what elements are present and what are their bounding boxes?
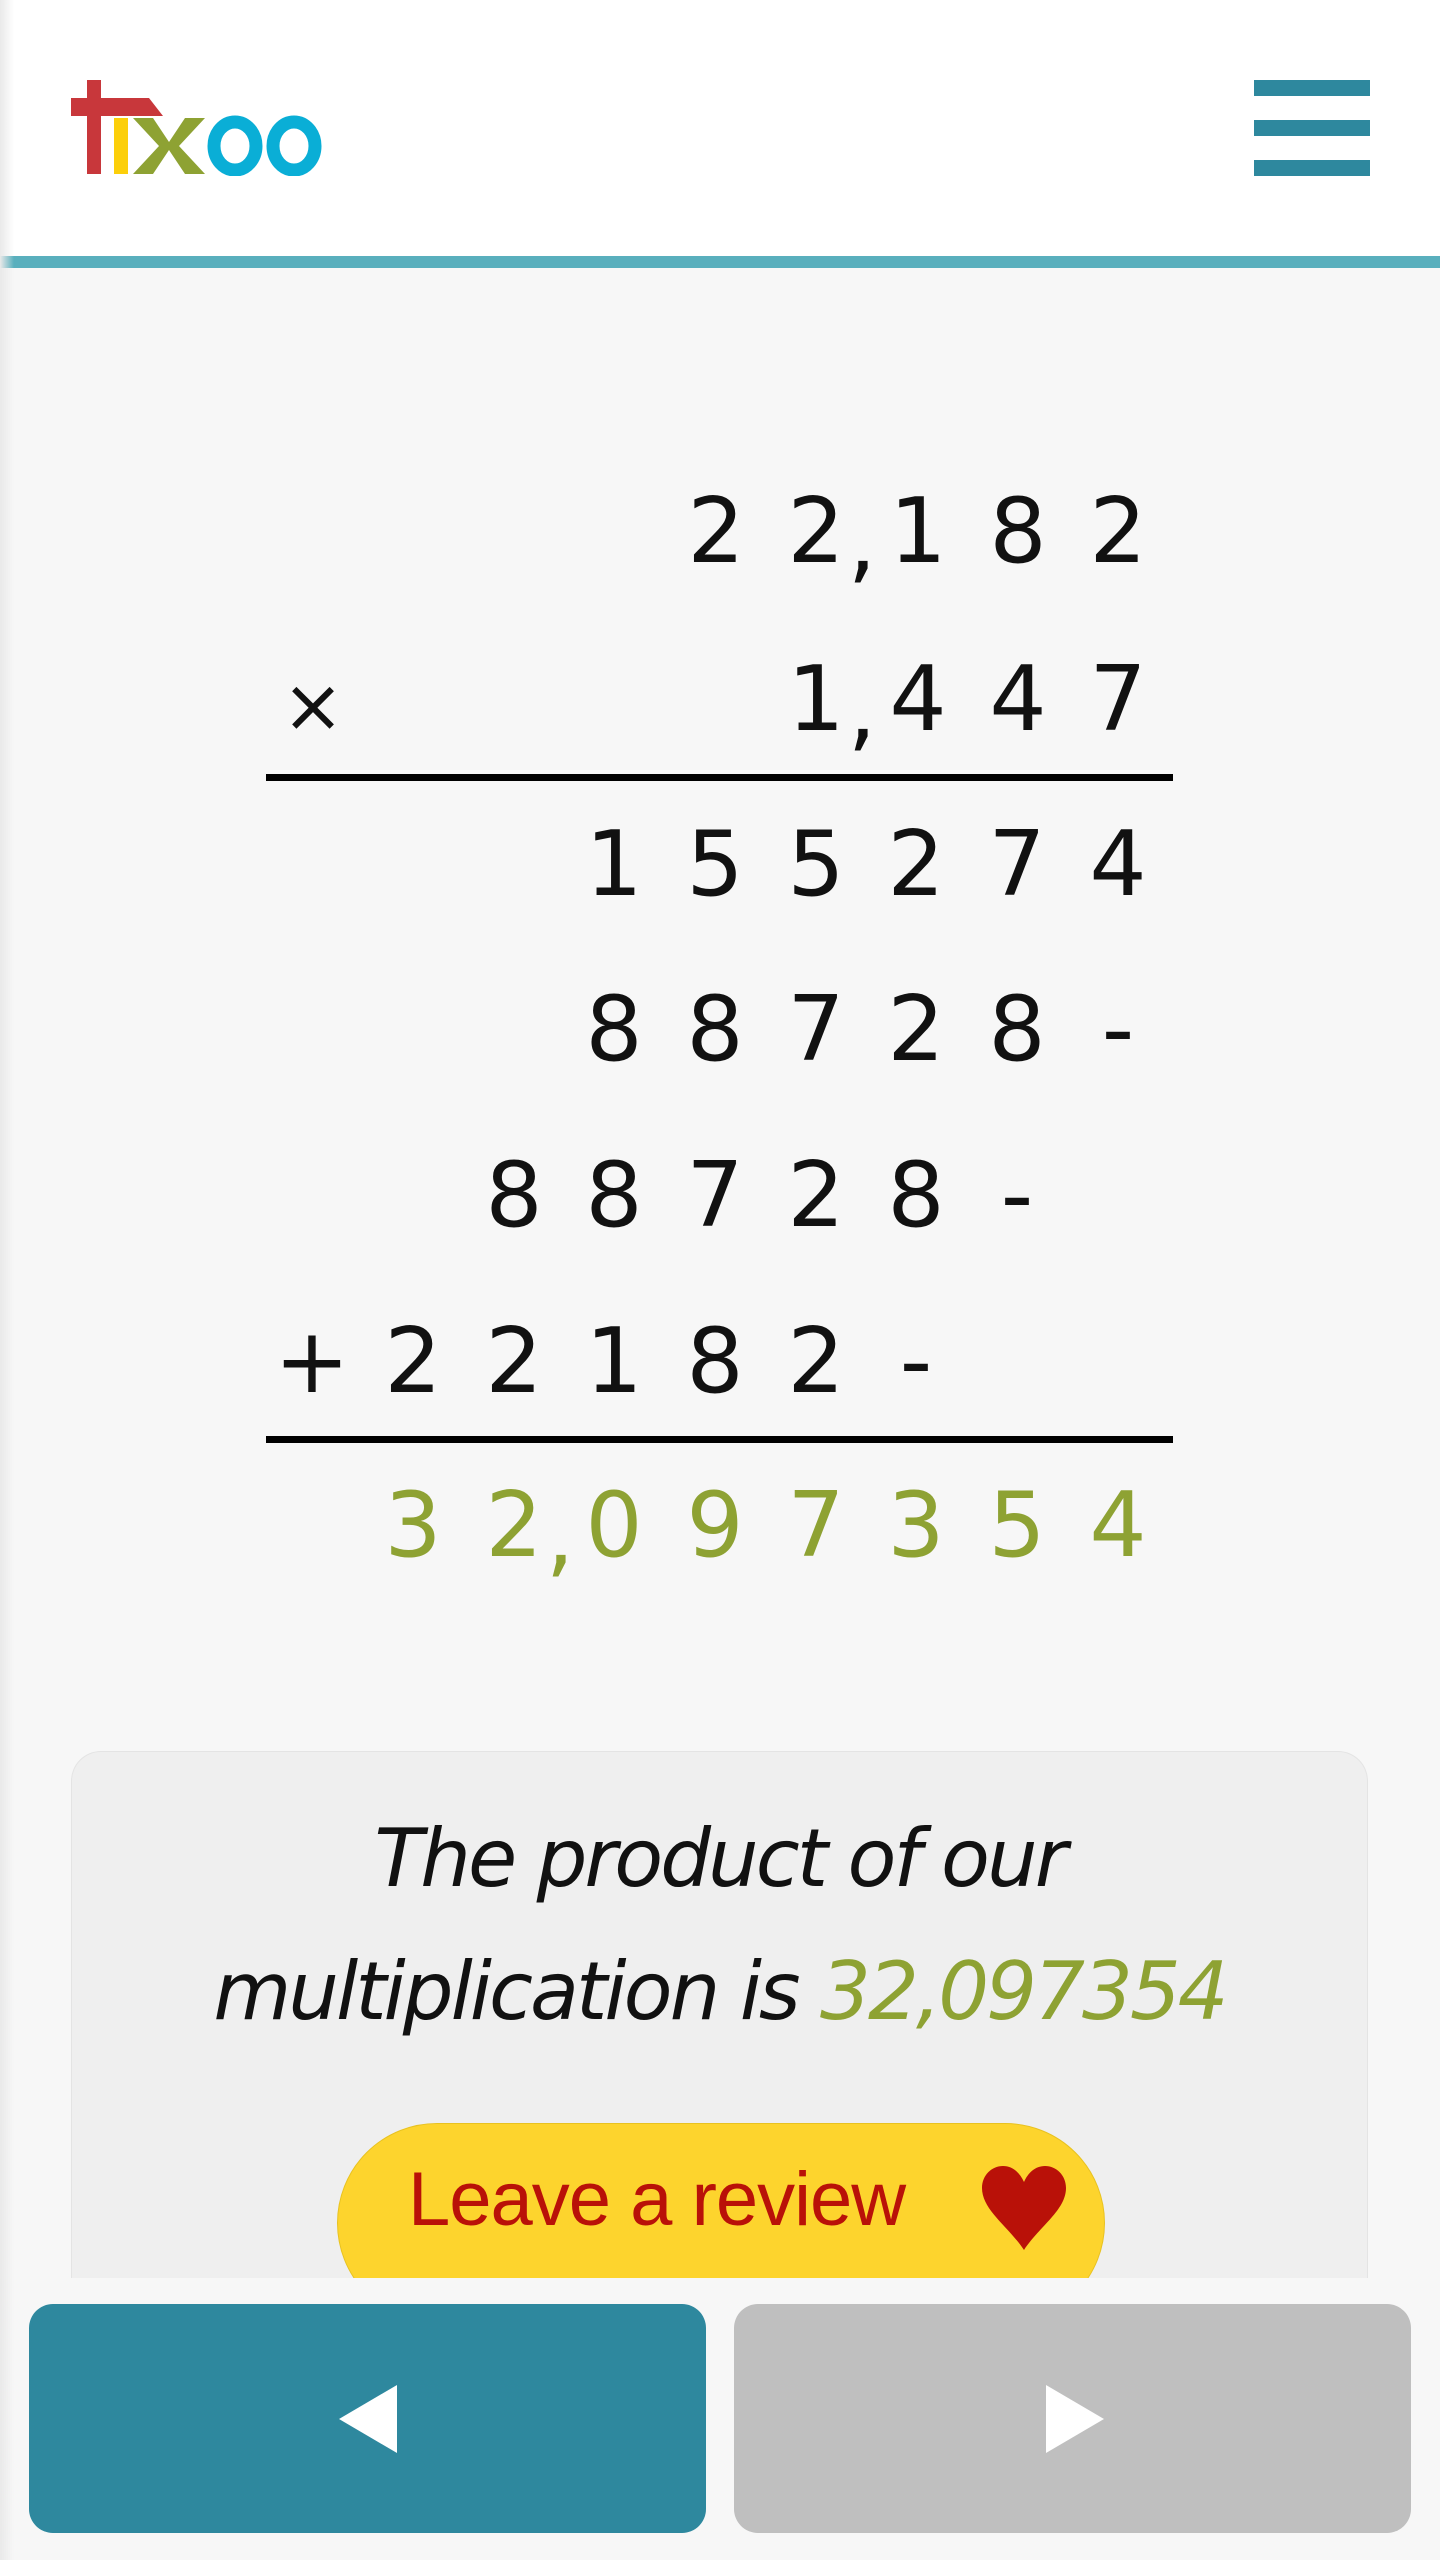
digit: 4 [989, 647, 1047, 752]
digit: 8 [686, 1309, 744, 1414]
result-digit: 5 [988, 1473, 1046, 1578]
digit: 1 [585, 1309, 643, 1414]
result-summary-line1: The product of our [374, 1812, 1067, 1905]
digit: 7 [988, 812, 1046, 917]
digit: 2 [485, 1309, 543, 1414]
digit: 8 [887, 1143, 945, 1248]
triangle-left-icon [339, 2385, 397, 2453]
sum-rule [266, 1436, 1173, 1443]
placeholder-dash: - [1000, 1143, 1034, 1248]
digit: 8 [686, 977, 744, 1082]
result-summary-box: The product of our multiplication is 32,… [71, 1751, 1368, 2278]
previous-step-button[interactable] [29, 2304, 706, 2533]
placeholder-dash: - [899, 1309, 933, 1414]
multiplication-rule [266, 774, 1173, 781]
digit: 5 [686, 812, 744, 917]
digit: 8 [485, 1143, 543, 1248]
result-digit: 3 [887, 1473, 945, 1578]
long-multiplication: 2 2 , 1 8 2 × 1 , 4 4 7 1 5 5 2 7 4 8 8 … [0, 0, 1440, 1700]
digit: 2 [887, 977, 945, 1082]
digit: 7 [787, 977, 845, 1082]
digit: 1 [585, 812, 643, 917]
placeholder-dash: - [1101, 977, 1135, 1082]
leave-review-label: Leave a review [408, 2157, 906, 2242]
digit: 1 [889, 479, 947, 584]
digit: 2 [1089, 479, 1147, 584]
digit: 2 [687, 479, 745, 584]
result-digit: 7 [787, 1473, 845, 1578]
digit: 8 [989, 479, 1047, 584]
digit: 2 [887, 812, 945, 917]
digit: 7 [686, 1143, 744, 1248]
digit: 8 [988, 977, 1046, 1082]
heart-icon [982, 2166, 1066, 2250]
digit: 8 [585, 1143, 643, 1248]
result-summary-line2: multiplication is 32,097354 [72, 1925, 1367, 2058]
plus-sign: + [274, 1309, 350, 1414]
digit: 5 [787, 812, 845, 917]
leave-review-button[interactable]: Leave a review [337, 2123, 1105, 2278]
digit: 7 [1089, 647, 1147, 752]
digit: 2 [384, 1309, 442, 1414]
digit: 2 [787, 1309, 845, 1414]
digit: 4 [889, 647, 947, 752]
result-digit: 9 [686, 1473, 744, 1578]
product-value: 32,097354 [820, 1945, 1229, 2038]
result-digit: 4 [1089, 1473, 1147, 1578]
digit: 8 [585, 977, 643, 1082]
result-summary-prefix: multiplication is [213, 1945, 800, 2038]
result-digit: 0 [585, 1473, 643, 1578]
result-digit: 3 [384, 1473, 442, 1578]
digit: 4 [1089, 812, 1147, 917]
triangle-right-icon [1046, 2385, 1104, 2453]
multiply-sign: × [281, 663, 344, 749]
digit: 2 [787, 1143, 845, 1248]
next-step-button[interactable] [734, 2304, 1411, 2533]
result-summary-text: The product of our multiplication is 32,… [72, 1792, 1367, 2058]
